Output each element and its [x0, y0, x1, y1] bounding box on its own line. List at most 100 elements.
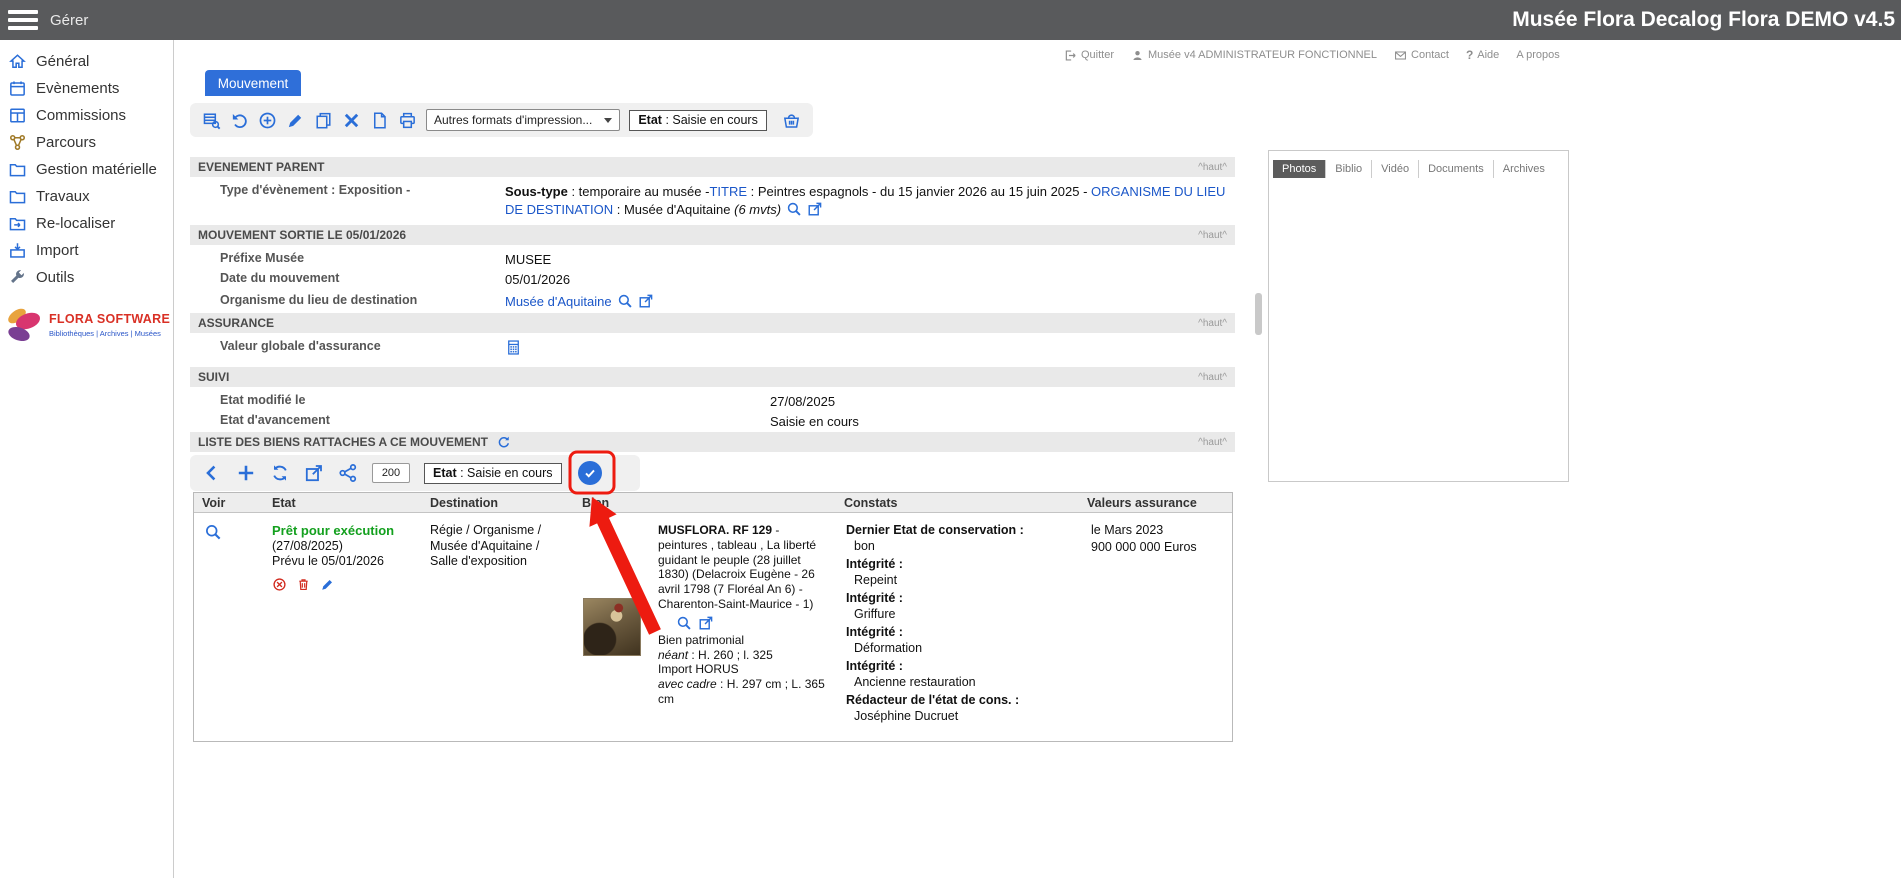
search-icon[interactable] — [617, 293, 633, 309]
etat-cell: Prêt pour exécution (27/08/2025) Prévu l… — [264, 513, 422, 741]
quitter-link[interactable]: Quitter — [1064, 49, 1114, 62]
constat-value: Griffure — [846, 607, 1071, 623]
hamburger-menu-icon[interactable] — [8, 10, 38, 31]
biens-list-toolbar: Etat : Saisie en cours — [190, 455, 640, 491]
open-record-icon[interactable] — [638, 293, 654, 309]
sidebar-item-commissions[interactable]: Commissions — [0, 102, 173, 129]
delete-x-icon[interactable] — [342, 111, 361, 130]
share-export-icon[interactable] — [338, 463, 358, 483]
tab-photos[interactable]: Photos — [1273, 160, 1326, 178]
field-value-etat-avancement: Saisie en cours — [770, 413, 859, 431]
musee-aquitaine-link[interactable]: Musée d'Aquitaine — [505, 294, 612, 309]
etat-value: : Saisie en cours — [662, 113, 758, 127]
section-mouvement-sortie-body: Préfixe Musée MUSEE Date du mouvement 05… — [190, 245, 1235, 313]
add-bien-icon[interactable] — [236, 463, 256, 483]
haut-link[interactable]: ^haut^ — [1198, 437, 1227, 448]
printer-icon[interactable] — [398, 111, 417, 130]
open-record-icon[interactable] — [698, 615, 714, 631]
col-header-destination: Destination — [422, 496, 574, 510]
brand-tagline: Bibliothèques | Archives | Musées — [49, 329, 170, 338]
tab-archives[interactable]: Archives — [1494, 160, 1554, 178]
butterfly-logo-icon — [2, 302, 46, 348]
biens-table-header: Voir Etat Destination Bien Constats Vale… — [194, 493, 1232, 513]
validate-check-button[interactable] — [578, 461, 602, 485]
import-icon — [8, 241, 27, 260]
top-header: Gérer Musée Flora Decalog Flora DEMO v4.… — [0, 0, 1901, 40]
board-icon — [8, 106, 27, 125]
tab-video[interactable]: Vidéo — [1372, 160, 1419, 178]
constat-label: Intégrité : — [846, 591, 1071, 607]
bien-reference: MUSFLORA. RF 129 — [658, 523, 772, 537]
add-icon[interactable] — [258, 111, 277, 130]
aide-link[interactable]: ? Aide — [1466, 48, 1499, 62]
section-title: MOUVEMENT SORTIE LE 05/01/2026 — [198, 228, 406, 242]
destination-text: Régie / Organisme / Musée d'Aquitaine / … — [430, 523, 570, 570]
calendar-icon — [8, 79, 27, 98]
section-suivi-body: Etat modifié le 27/08/2025 Etat d'avance… — [190, 387, 1235, 432]
cancel-circle-icon[interactable] — [272, 577, 287, 592]
artwork-thumbnail[interactable] — [583, 598, 641, 656]
sidebar: Général Evènements Commissions Parcours … — [0, 40, 174, 878]
etat-value: : Saisie en cours — [457, 466, 553, 480]
soustype-label: Sous-type — [505, 184, 568, 199]
calculator-icon[interactable] — [505, 339, 522, 356]
tab-mouvement[interactable]: Mouvement — [205, 70, 301, 96]
etat-status-chip-list: Etat : Saisie en cours — [424, 463, 562, 484]
apropos-link[interactable]: A propos — [1516, 49, 1559, 61]
field-label-prefixe: Préfixe Musée — [190, 251, 505, 265]
constat-label: Intégrité : — [846, 625, 1071, 641]
refresh-icon[interactable] — [496, 435, 511, 450]
constat-label: Intégrité : — [846, 557, 1071, 573]
valeur-montant: 900 000 000 Euros — [1091, 540, 1226, 556]
open-external-icon[interactable] — [304, 463, 324, 483]
titre-link[interactable]: TITRE — [709, 184, 747, 199]
field-label-etat-modifie: Etat modifié le — [190, 393, 770, 407]
haut-link[interactable]: ^haut^ — [1198, 318, 1227, 329]
back-chevron-icon[interactable] — [202, 463, 222, 483]
undo-icon[interactable] — [230, 111, 249, 130]
edit-pencil-icon[interactable] — [320, 577, 335, 592]
field-label-valeur-assurance: Valeur globale d'assurance — [190, 339, 505, 353]
mail-icon — [1394, 49, 1407, 62]
table-row: Prêt pour exécution (27/08/2025) Prévu l… — [194, 513, 1232, 741]
print-formats-dropdown[interactable]: Autres formats d'impression... — [426, 109, 620, 131]
sidebar-item-general[interactable]: Général — [0, 48, 173, 75]
haut-link[interactable]: ^haut^ — [1198, 162, 1227, 173]
constat-value: bon — [846, 539, 1071, 555]
sidebar-item-parcours[interactable]: Parcours — [0, 129, 173, 156]
field-label-type-evenement: Type d'évènement : Exposition - — [190, 183, 505, 197]
col-header-voir: Voir — [194, 496, 264, 510]
sidebar-item-label: Import — [36, 242, 79, 259]
contact-link[interactable]: Contact — [1394, 49, 1449, 62]
bien-type: Bien patrimonial — [658, 633, 830, 648]
user-account[interactable]: Musée v4 ADMINISTRATEUR FONCTIONNEL — [1131, 49, 1377, 62]
sidebar-item-evenements[interactable]: Evènements — [0, 75, 173, 102]
valeurs-cell: le Mars 2023 900 000 000 Euros — [1079, 513, 1234, 741]
sidebar-item-gestion-materielle[interactable]: Gestion matérielle — [0, 156, 173, 183]
copy-icon[interactable] — [314, 111, 333, 130]
basket-icon[interactable] — [782, 111, 801, 130]
sidebar-item-import[interactable]: Import — [0, 237, 173, 264]
edit-pencil-icon[interactable] — [286, 111, 305, 130]
recycle-icon[interactable] — [270, 463, 290, 483]
search-icon[interactable] — [676, 615, 692, 631]
view-search-icon[interactable] — [204, 523, 222, 541]
trash-icon[interactable] — [296, 577, 311, 592]
sidebar-item-outils[interactable]: Outils — [0, 264, 173, 291]
tab-biblio[interactable]: Biblio — [1326, 160, 1372, 178]
scrollbar-thumb[interactable] — [1255, 293, 1262, 335]
open-record-icon[interactable] — [807, 201, 823, 217]
haut-link[interactable]: ^haut^ — [1198, 372, 1227, 383]
dim-label: néant — [658, 648, 688, 662]
results-count-input[interactable] — [372, 463, 410, 483]
constat-value: Repeint — [846, 573, 1071, 589]
list-view-icon[interactable] — [202, 111, 221, 130]
tab-documents[interactable]: Documents — [1419, 160, 1494, 178]
search-icon[interactable] — [786, 201, 802, 217]
dim-value: : H. 260 ; l. 325 — [688, 648, 773, 662]
section-mouvement-sortie-header: MOUVEMENT SORTIE LE 05/01/2026 ^haut^ — [190, 225, 1235, 245]
document-icon[interactable] — [370, 111, 389, 130]
sidebar-item-travaux[interactable]: Travaux — [0, 183, 173, 210]
haut-link[interactable]: ^haut^ — [1198, 230, 1227, 241]
sidebar-item-relocaliser[interactable]: Re-localiser — [0, 210, 173, 237]
